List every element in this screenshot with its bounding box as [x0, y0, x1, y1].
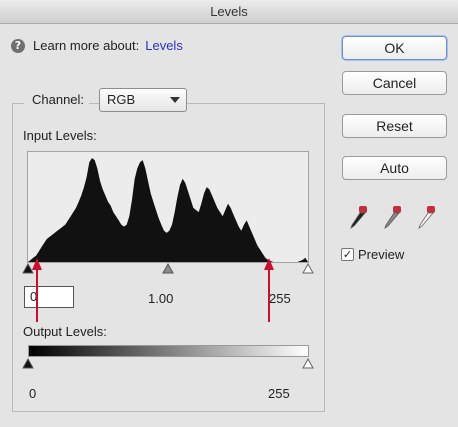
chevron-down-icon — [170, 97, 180, 103]
ok-button[interactable]: OK — [342, 36, 447, 60]
black-eyedropper-icon[interactable] — [350, 206, 367, 229]
help-circle-icon: ? — [11, 38, 25, 53]
output-gradient-bar — [28, 345, 309, 357]
auto-button[interactable]: Auto — [342, 156, 447, 180]
histogram-shape — [28, 158, 308, 262]
channel-label: Channel: — [24, 92, 90, 107]
cancel-button[interactable]: Cancel — [342, 71, 447, 95]
output-black-value[interactable]: 0 — [29, 386, 36, 401]
eyedropper-tools — [350, 206, 435, 229]
preview-option[interactable]: ✓ Preview — [341, 247, 404, 262]
input-gamma-value[interactable]: 1.00 — [148, 291, 173, 306]
preview-label: Preview — [358, 247, 405, 262]
learn-more-text: Learn more about: — [33, 38, 140, 53]
reset-button[interactable]: Reset — [342, 114, 447, 138]
output-black-slider[interactable] — [22, 357, 34, 369]
learn-more-row: ? Learn more about: Levels — [11, 38, 183, 53]
preview-checkbox[interactable]: ✓ — [341, 248, 354, 261]
black-point-slider[interactable] — [22, 262, 34, 274]
window-title: Levels — [0, 0, 458, 24]
white-eyedropper-icon[interactable] — [418, 206, 435, 229]
input-white-value[interactable]: 255 — [269, 291, 291, 306]
white-point-slider[interactable] — [302, 262, 314, 274]
output-levels-label: Output Levels: — [23, 324, 107, 339]
levels-help-link[interactable]: Levels — [145, 38, 183, 53]
input-black-field[interactable]: 0 — [24, 286, 74, 308]
gamma-slider[interactable] — [162, 262, 174, 274]
output-white-slider[interactable] — [302, 357, 314, 369]
input-levels-label: Input Levels: — [23, 128, 97, 143]
histogram-graph — [28, 158, 308, 262]
gray-eyedropper-icon[interactable] — [384, 206, 401, 229]
levels-dialog: Levels ? Learn more about: Levels Channe… — [0, 0, 458, 427]
channel-value: RGB — [107, 92, 136, 107]
output-white-value[interactable]: 255 — [268, 386, 290, 401]
channel-select[interactable]: RGB — [99, 88, 187, 112]
histogram — [27, 151, 309, 263]
